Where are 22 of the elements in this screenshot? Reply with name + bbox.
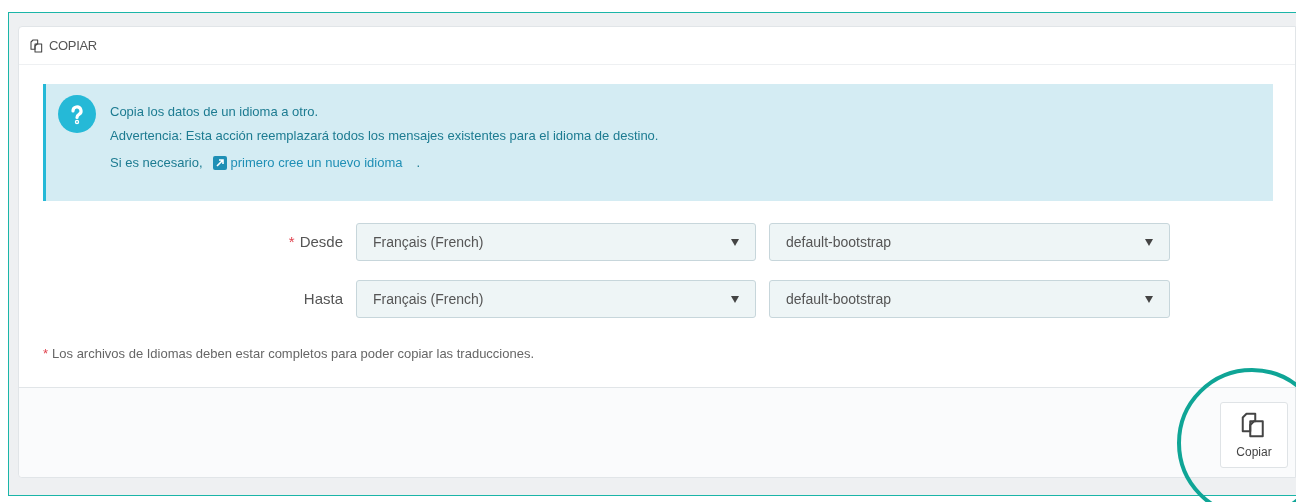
help-icon bbox=[58, 95, 96, 133]
caret-icon bbox=[731, 295, 739, 303]
copy-button[interactable]: Copiar bbox=[1220, 402, 1288, 468]
copy-icon bbox=[29, 37, 45, 54]
required-mark: * bbox=[43, 345, 49, 363]
info-text: Advertencia: Esta acción reemplazará todos los mensajes existentes para el idioma de destino. bbox=[110, 126, 659, 145]
dropdown[interactable]: default-bootstrap bbox=[769, 280, 1170, 318]
footnote-text: Los archivos de Idiomas deben estar completos para poder copiar las traducciones. bbox=[52, 345, 535, 363]
field-label: Desde bbox=[299, 231, 343, 252]
info-text: Si es necesario, bbox=[110, 154, 203, 172]
panel-title: COPIAR bbox=[49, 36, 97, 55]
dropdown[interactable]: default-bootstrap bbox=[769, 223, 1170, 261]
info-text: . bbox=[416, 154, 421, 172]
required-mark: * bbox=[288, 231, 295, 252]
dropdown[interactable]: Français (French) bbox=[356, 280, 756, 318]
caret-icon bbox=[731, 238, 739, 246]
field-label: Hasta bbox=[303, 288, 343, 309]
dropdown[interactable]: Français (French) bbox=[356, 223, 756, 261]
info-text: Copia los datos de un idioma a otro. bbox=[110, 103, 320, 121]
caret-icon bbox=[1145, 238, 1153, 246]
caret-icon bbox=[1145, 295, 1153, 303]
external-link-icon bbox=[212, 155, 227, 170]
